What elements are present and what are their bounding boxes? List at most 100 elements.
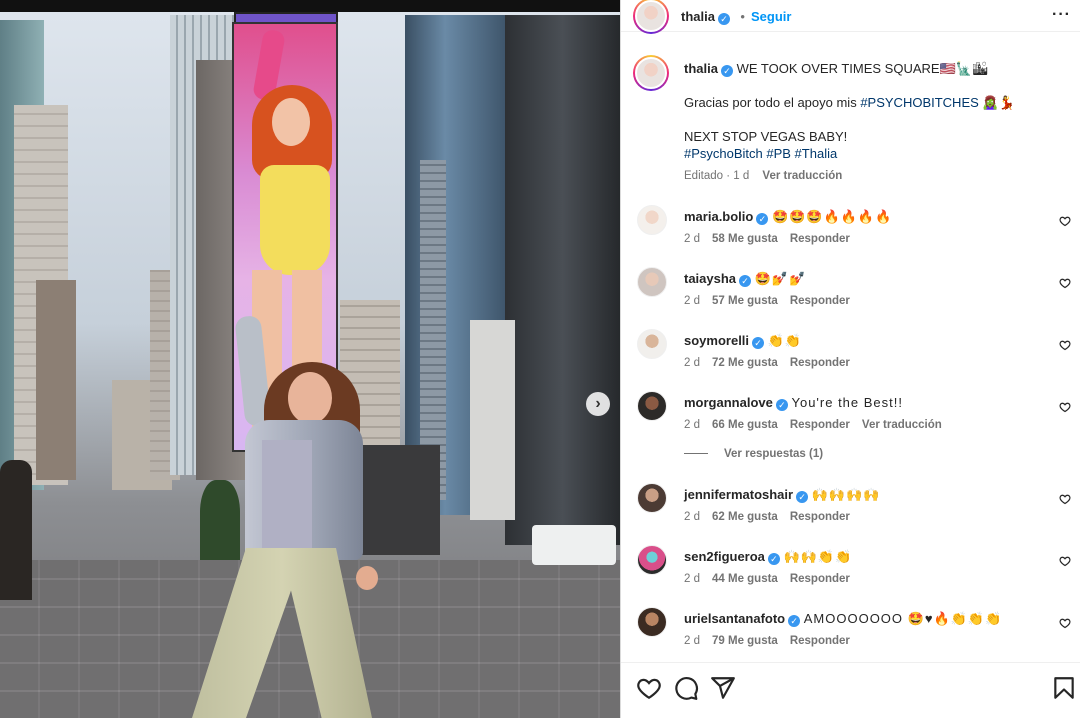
comment-likes[interactable]: 72 Me gusta [712,357,778,369]
comment-item: taiaysha ✓ 🤩💅💅 2 d 57 Me gusta Responder [621,267,1080,325]
heart-icon[interactable] [636,675,662,701]
comment-meta: 2 d 44 Me gusta Responder [684,573,862,585]
comment-text: AMOOOOOOO 🤩♥🔥👏👏👏 [803,611,1003,626]
author-avatar[interactable] [633,0,669,34]
bookmark-icon[interactable] [1051,675,1077,701]
billboard-figure-swimsuit [260,165,330,275]
comment-likes[interactable]: 44 Me gusta [712,573,778,585]
comment-line: urielsantanafoto ✓ AMOOOOOOO 🤩♥🔥👏👏👏 [684,611,1002,627]
author-username[interactable]: thalia [681,9,715,24]
instagram-post-view: › thalia ✓ • Seguir ··· thalia ✓ WE TOOK OV… [0,0,1080,718]
reply-button[interactable]: Responder [790,419,850,431]
comment-item: urielsantanafoto ✓ AMOOOOOOO 🤩♥🔥👏👏👏 2 d 79 … [621,607,1080,665]
comment-likes[interactable]: 57 Me gusta [712,295,778,307]
caption-avatar[interactable] [633,55,669,91]
see-translation-link[interactable]: Ver traducción [762,170,842,182]
commenter-username[interactable]: taiaysha [684,271,736,286]
photo-top-bar [0,0,620,12]
share-icon[interactable] [710,675,736,701]
person-left-hand [356,566,378,590]
comment-like-heart-icon[interactable] [1059,401,1071,413]
post-caption: thalia ✓ WE TOOK OVER TIMES SQUARE🇺🇸🗽🏙 Gr… [684,60,1064,185]
person-face [288,372,332,424]
more-options-icon[interactable]: ··· [1052,6,1071,24]
commenter-avatar[interactable] [637,483,667,513]
comment-age: 2 d [684,573,700,585]
verified-badge-icon: ✓ [796,491,809,503]
white-van [532,525,616,565]
comment-like-heart-icon[interactable] [1059,339,1071,351]
post-photo[interactable]: › [0,0,620,718]
comment-text: You're the Best!! [791,395,903,410]
comment-line: taiaysha ✓ 🤩💅💅 [684,271,806,287]
comment-age: 2 d [684,419,700,431]
comment-meta: 2 d 79 Me gusta Responder [684,635,862,647]
comment-age: 2 d [684,635,700,647]
caption-text: WE TOOK OVER TIMES SQUARE🇺🇸🗽🏙 [736,61,989,76]
verified-badge-icon: ✓ [752,337,765,349]
author-line: thalia ✓ • Seguir [681,8,791,26]
comment-text: 🙌🙌🙌🙌 [811,487,881,502]
building-right-4 [505,15,620,545]
follow-button[interactable]: Seguir [751,9,791,24]
replies-dash [684,453,708,455]
reply-button[interactable]: Responder [790,635,850,647]
verified-badge-icon: ✓ [720,65,733,77]
post-header: thalia ✓ • Seguir ··· [621,0,1080,34]
view-replies-label: Ver respuestas (1) [724,448,824,460]
commenter-username[interactable]: maria.bolio [684,209,753,224]
commenter-avatar[interactable] [637,545,667,575]
commenter-username[interactable]: soymorelli [684,333,749,348]
edited-label: Editado · 1 d [684,170,750,182]
comment-likes[interactable]: 66 Me gusta [712,419,778,431]
reply-button[interactable]: Responder [790,233,850,245]
building-left-3 [36,280,76,480]
comment-like-heart-icon[interactable] [1059,617,1071,629]
hashtag-psychobitches[interactable]: #PSYCHOBITCHES [860,95,978,110]
comment-text: 🙌🙌👏👏 [783,549,853,564]
comment-meta: 2 d 66 Me gusta Responder Ver traducción [684,419,954,431]
comment-likes[interactable]: 79 Me gusta [712,635,778,647]
reply-button[interactable]: Responder [790,357,850,369]
commenter-avatar[interactable] [637,267,667,297]
verified-badge-icon: ✓ [756,213,769,225]
commenter-avatar[interactable] [637,329,667,359]
comment-like-heart-icon[interactable] [1059,555,1071,567]
comment-age: 2 d [684,295,700,307]
commenter-avatar[interactable] [637,607,667,637]
comment-likes[interactable]: 58 Me gusta [712,233,778,245]
commenter-avatar[interactable] [637,391,667,421]
separator-dot: • [740,9,745,24]
comment-age: 2 d [684,357,700,369]
trees-planter [200,480,240,560]
reply-button[interactable]: Responder [790,573,850,585]
commenter-username[interactable]: urielsantanafoto [684,611,785,626]
comment-likes[interactable]: 62 Me gusta [712,511,778,523]
caption-line-1: thalia ✓ WE TOOK OVER TIMES SQUARE🇺🇸🗽🏙 [684,60,1064,77]
caption-hashtags[interactable]: #PsychoBitch #PB #Thalia [684,145,1064,162]
verified-badge-icon: ✓ [767,553,780,565]
comment-like-heart-icon[interactable] [1059,215,1071,227]
next-image-arrow-icon[interactable]: › [586,392,610,416]
verified-badge-icon: ✓ [739,275,752,287]
see-translation-link[interactable]: Ver traducción [862,419,942,431]
caption-meta: Editado · 1 d Ver traducción [684,168,1064,185]
view-replies-button[interactable]: Ver respuestas (1) [684,448,823,460]
comment-like-heart-icon[interactable] [1059,493,1071,505]
comment-line: jennifermatoshair ✓ 🙌🙌🙌🙌 [684,487,880,503]
reply-button[interactable]: Responder [790,511,850,523]
comment-icon[interactable] [673,675,699,701]
commenter-username[interactable]: morgannalove [684,395,773,410]
comment-age: 2 d [684,233,700,245]
comment-text: 🤩🤩🤩🔥🔥🔥🔥 [771,209,893,224]
reply-button[interactable]: Responder [790,295,850,307]
comment-item: soymorelli ✓ 👏👏 2 d 72 Me gusta Responder [621,329,1080,387]
comment-like-heart-icon[interactable] [1059,277,1071,289]
commenter-username[interactable]: sen2figueroa [684,549,765,564]
commenter-username[interactable]: jennifermatoshair [684,487,793,502]
post-actions-bar [621,662,1080,718]
comment-text: 👏👏 [767,333,803,348]
commenter-avatar[interactable] [637,205,667,235]
comment-age: 2 d [684,511,700,523]
caption-username[interactable]: thalia [684,61,718,76]
